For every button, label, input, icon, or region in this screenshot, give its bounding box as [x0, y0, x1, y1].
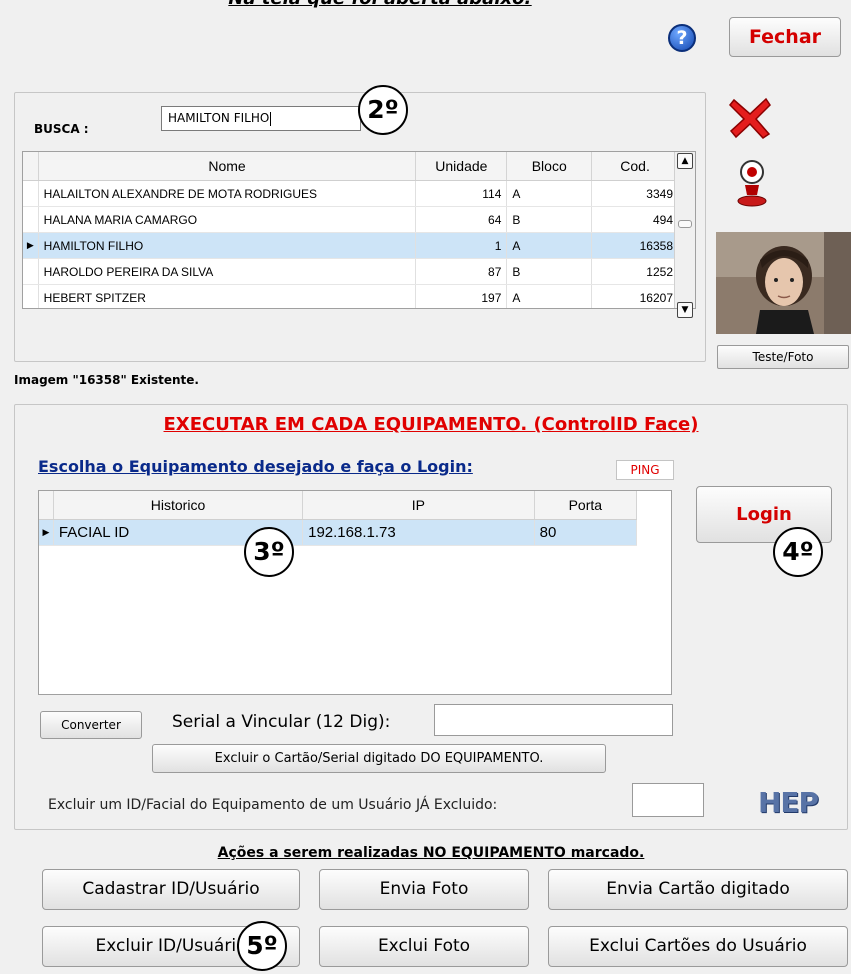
send-photo-button[interactable]: Envia Foto [319, 869, 529, 910]
cell-bloco: A [506, 232, 593, 259]
row-indicator [23, 258, 39, 285]
status-text: Imagem "16358" Existente. [14, 373, 199, 387]
cell-cod: 3349 [591, 180, 679, 207]
step-badge-3: 3º [244, 527, 294, 577]
cell-nome: HAMILTON FILHO [38, 232, 417, 259]
row-indicator [23, 180, 39, 207]
cell-nome: HALAILTON ALEXANDRE DE MOTA RODRIGUES [38, 180, 417, 207]
test-photo-button[interactable]: Teste/Foto [717, 345, 849, 369]
cell-unidade: 87 [415, 258, 508, 285]
step-badge-4: 4º [773, 527, 823, 577]
table-row[interactable]: HALAILTON ALEXANDRE DE MOTA RODRIGUES 11… [23, 180, 679, 207]
cell-cod: 494 [591, 206, 679, 233]
search-input[interactable]: HAMILTON FILHO [161, 106, 361, 131]
user-photo [716, 232, 851, 334]
actions-title: Ações a serem realizadas NO EQUIPAMENTO … [217, 845, 645, 861]
vertical-scrollbar[interactable]: ▲ ▼ [674, 152, 695, 318]
convert-button[interactable]: Converter [40, 711, 142, 739]
text-caret [270, 111, 272, 126]
cell-unidade: 1 [415, 232, 508, 259]
row-indicator [23, 284, 39, 308]
cell-bloco: B [506, 206, 593, 233]
scroll-down-icon[interactable]: ▼ [677, 302, 693, 318]
table-row-selected[interactable]: ▶ HAMILTON FILHO 1 A 16358 [23, 232, 679, 259]
cell-unidade: 114 [415, 180, 508, 207]
people-grid[interactable]: Nome Unidade Bloco Cod. HALAILTON ALEXAN… [22, 151, 696, 309]
cell-bloco: B [506, 258, 593, 285]
step-badge-5: 5º [237, 921, 287, 971]
equipment-subtitle: Escolha o Equipamento desejado e faça o … [38, 457, 473, 476]
table-row-selected[interactable]: ▶ FACIAL ID 192.168.1.73 80 [39, 519, 638, 546]
cell-bloco: A [506, 284, 593, 308]
search-label: BUSCA : [34, 122, 89, 136]
table-row[interactable]: HEBERT SPITZER 197 A 16207 [23, 284, 679, 308]
column-header-unidade[interactable]: Unidade [415, 152, 508, 181]
cell-porta: 80 [534, 519, 638, 546]
delete-icon[interactable] [728, 96, 772, 140]
table-row[interactable]: HAROLDO PEREIRA DA SILVA 87 B 1252 [23, 258, 679, 285]
register-user-button[interactable]: Cadastrar ID/Usuário [42, 869, 300, 910]
ping-button[interactable]: PING [616, 460, 674, 480]
hep-logo: HEP [758, 786, 819, 819]
cell-cod: 16207 [591, 284, 679, 308]
delete-id-label: Excluir um ID/Facial do Equipamento de u… [48, 797, 498, 813]
column-header-ip[interactable]: IP [302, 491, 535, 520]
table-row[interactable]: HALANA MARIA CAMARGO 64 B 494 [23, 206, 679, 233]
search-input-value: HAMILTON FILHO [168, 111, 270, 125]
cell-unidade: 197 [415, 284, 508, 308]
column-header-nome[interactable]: Nome [38, 152, 417, 181]
cell-nome: HAROLDO PEREIRA DA SILVA [38, 258, 417, 285]
webcam-icon[interactable] [735, 159, 769, 207]
cell-nome: HALANA MARIA CAMARGO [38, 206, 417, 233]
serial-input[interactable] [434, 704, 673, 736]
scroll-up-icon[interactable]: ▲ [677, 153, 693, 169]
row-indicator-header [23, 152, 39, 181]
cell-cod: 1252 [591, 258, 679, 285]
step-badge-2: 2º [358, 85, 408, 135]
delete-card-button[interactable]: Excluir o Cartão/Serial digitado DO EQUI… [152, 744, 606, 773]
column-header-cod[interactable]: Cod. [591, 152, 679, 181]
cell-unidade: 64 [415, 206, 508, 233]
delete-user-cards-button[interactable]: Exclui Cartões do Usuário [548, 926, 848, 967]
cell-cod: 16358 [591, 232, 679, 259]
help-icon[interactable]: ? [668, 24, 696, 52]
cell-bloco: A [506, 180, 593, 207]
delete-photo-button[interactable]: Exclui Foto [319, 926, 529, 967]
column-header-porta[interactable]: Porta [534, 491, 638, 520]
row-indicator [23, 206, 39, 233]
current-row-arrow-icon: ▶ [23, 232, 39, 259]
cell-ip: 192.168.1.73 [302, 519, 535, 546]
instruction-caption: Na tela que foi aberta abaixo: [160, 0, 600, 9]
close-button[interactable]: Fechar [729, 17, 841, 57]
scroll-thumb[interactable] [678, 220, 692, 228]
execute-title: EXECUTAR EM CADA EQUIPAMENTO. (ControlID… [163, 414, 699, 435]
send-card-button[interactable]: Envia Cartão digitado [548, 869, 848, 910]
column-header-historico[interactable]: Historico [53, 491, 304, 520]
equipment-grid[interactable]: Historico IP Porta ▶ FACIAL ID 192.168.1… [38, 490, 672, 695]
row-indicator-header [39, 491, 54, 520]
cell-nome: HEBERT SPITZER [38, 284, 417, 308]
current-row-arrow-icon: ▶ [39, 519, 54, 546]
serial-label: Serial a Vincular (12 Dig): [172, 712, 391, 732]
column-header-bloco[interactable]: Bloco [506, 152, 593, 181]
delete-id-input[interactable] [632, 783, 704, 817]
